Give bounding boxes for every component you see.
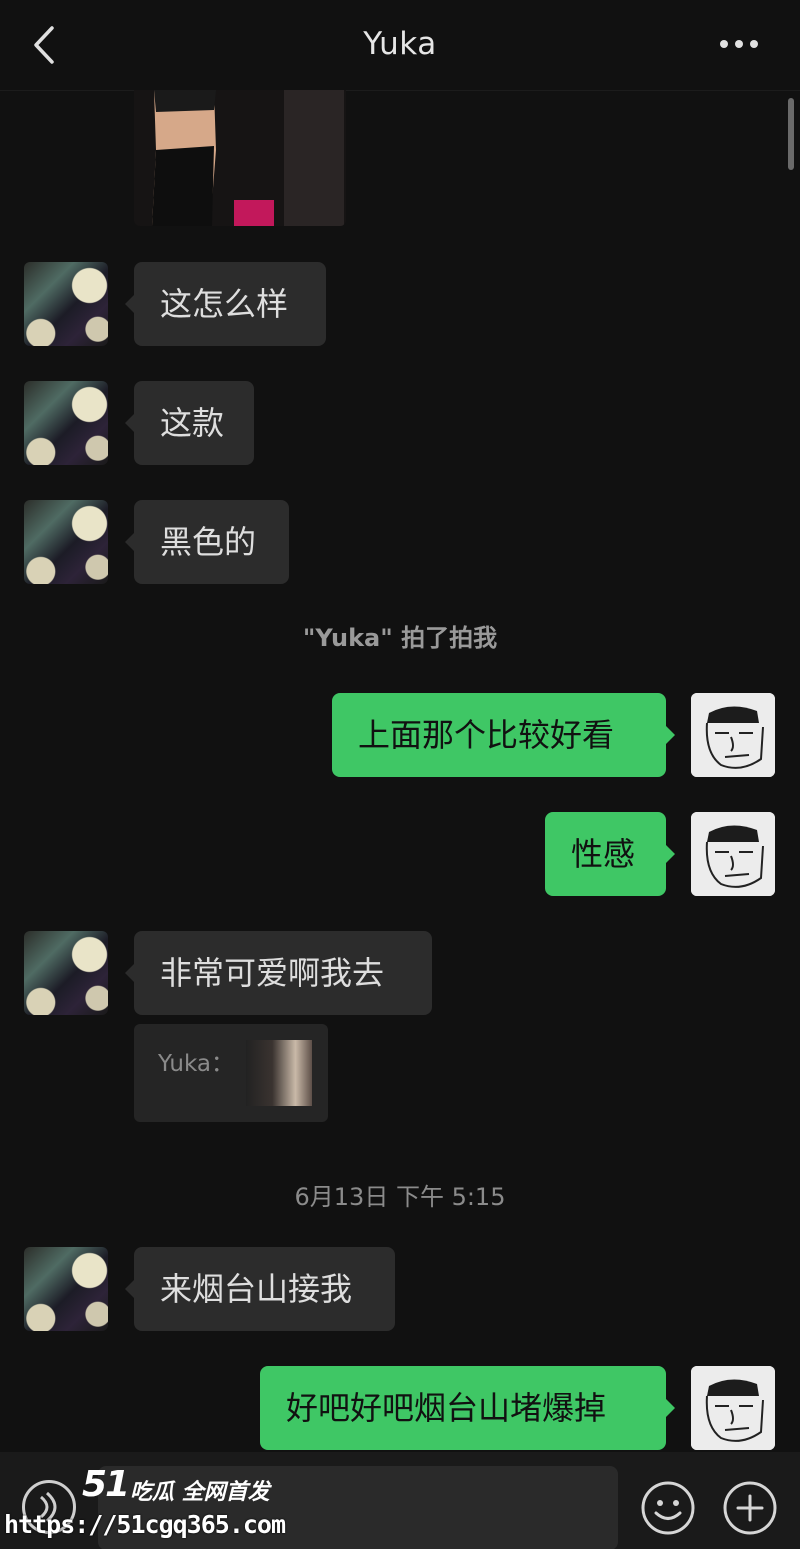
meme-face-icon: [691, 693, 775, 777]
quote-thumbnail[interactable]: [246, 1040, 312, 1106]
quoted-message[interactable]: Yuka：: [134, 1024, 328, 1122]
emoji-button[interactable]: [640, 1480, 696, 1536]
message-bubble[interactable]: 好吧好吧烟台山堵爆掉: [260, 1366, 675, 1450]
avatar[interactable]: [24, 262, 108, 346]
watermark: 51 吃瓜 全网首发 https://51cgq365.com: [4, 1458, 304, 1549]
message-bubble[interactable]: 上面那个比较好看: [332, 693, 675, 777]
more-button[interactable]: [720, 32, 764, 56]
avatar[interactable]: [691, 1366, 775, 1450]
more-dots-icon: [720, 40, 728, 48]
avatar[interactable]: [24, 931, 108, 1015]
image-message[interactable]: [134, 90, 346, 226]
photo-content: [134, 90, 346, 226]
quote-label: Yuka：: [158, 1051, 234, 1077]
chat-title: Yuka: [363, 26, 437, 62]
chat-screen: Yuka 这怎么样 这款 黑色的 "Yuka" 拍了拍我 上面那个比较好看 性感…: [0, 0, 800, 1549]
watermark-slogan: 吃瓜 全网首发: [130, 1480, 270, 1505]
message-bubble[interactable]: 来烟台山接我: [125, 1247, 395, 1331]
message-bubble[interactable]: 这怎么样: [125, 262, 326, 346]
plus-icon: [723, 1481, 777, 1535]
meme-face-icon: [691, 1366, 775, 1450]
emoji-icon: [641, 1481, 695, 1535]
message-bubble[interactable]: 性感: [545, 812, 675, 896]
scrollbar[interactable]: [788, 98, 794, 170]
meme-face-icon: [691, 812, 775, 896]
avatar[interactable]: [691, 812, 775, 896]
avatar[interactable]: [691, 693, 775, 777]
plus-button[interactable]: [722, 1480, 778, 1536]
watermark-logo: 51: [82, 1464, 130, 1505]
avatar[interactable]: [24, 1247, 108, 1331]
chat-header: Yuka: [0, 0, 800, 91]
message-bubble[interactable]: 黑色的: [125, 500, 289, 584]
message-bubble[interactable]: 这款: [125, 381, 254, 465]
avatar[interactable]: [24, 500, 108, 584]
avatar[interactable]: [24, 381, 108, 465]
watermark-url: https://51cgq365.com: [4, 1510, 286, 1539]
message-bubble[interactable]: 非常可爱啊我去: [125, 931, 432, 1015]
pat-notice: "Yuka" 拍了拍我: [302, 624, 498, 652]
timestamp: 6月13日 下午 5:15: [294, 1183, 506, 1211]
